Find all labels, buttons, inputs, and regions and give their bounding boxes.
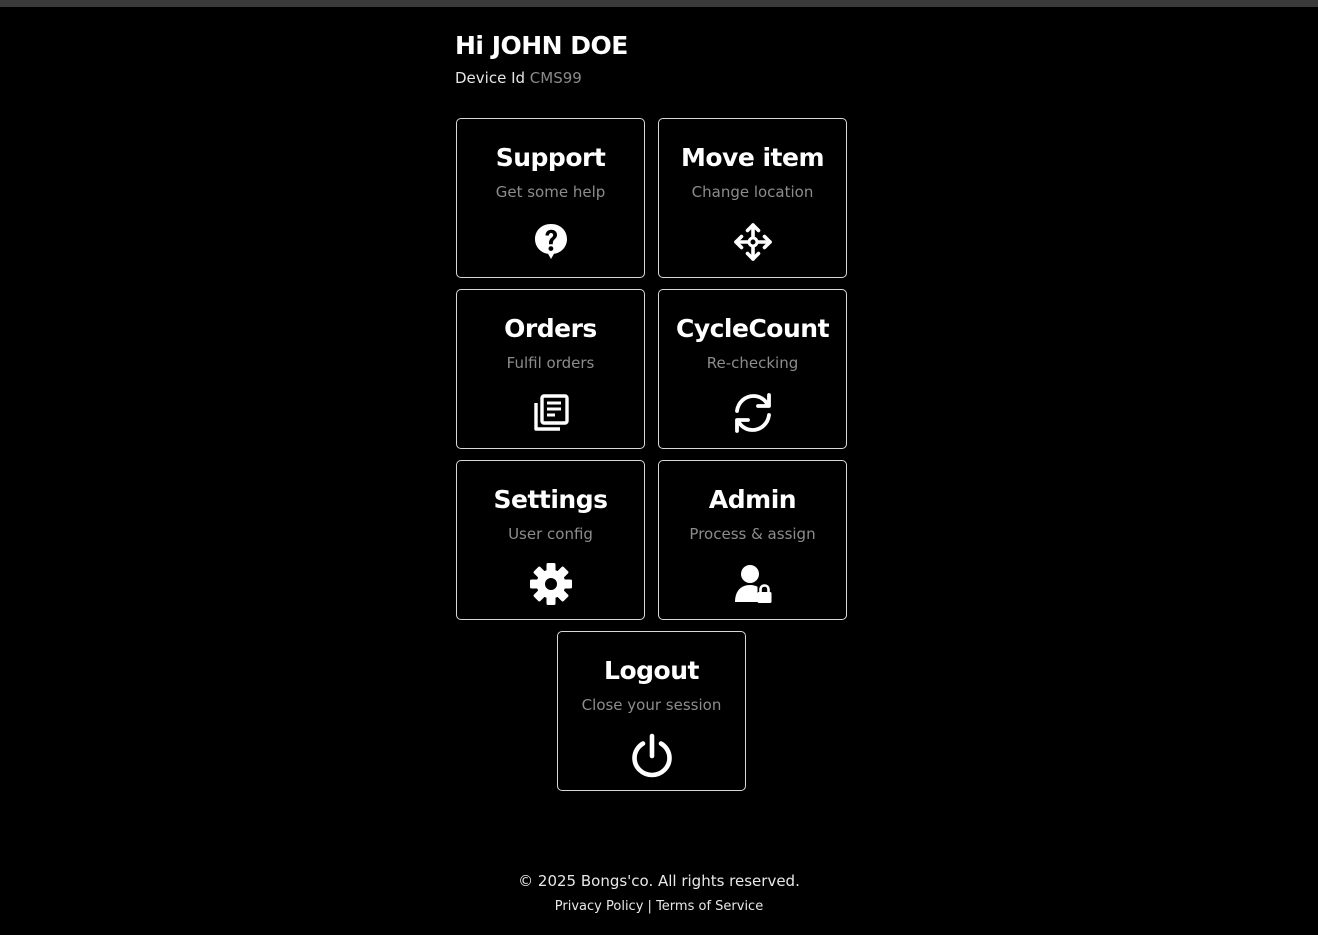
top-bar [0, 0, 1318, 7]
device-id-label: Device Id [455, 69, 526, 87]
tile-title: Logout [604, 656, 699, 685]
tile-title: Admin [708, 485, 797, 514]
refresh-icon [729, 389, 777, 437]
footer: © 2025 Bongs'co. All rights reserved. Pr… [0, 870, 1318, 916]
settings-tile[interactable]: Settings User config [456, 460, 645, 620]
tile-title: Settings [493, 485, 608, 514]
copyright-text: © 2025 Bongs'co. All rights reserved. [518, 872, 800, 890]
admin-tile[interactable]: Admin Process & assign [658, 460, 847, 620]
tile-subtitle: Re-checking [706, 354, 799, 372]
tile-subtitle: Fulfil orders [506, 354, 595, 372]
footer-separator: | [647, 899, 652, 914]
support-tile[interactable]: Support Get some help [456, 118, 645, 278]
tile-title: Orders [504, 314, 597, 343]
tile-subtitle: Close your session [581, 696, 722, 714]
tile-subtitle: User config [508, 525, 593, 543]
move-item-tile[interactable]: Move item Change location [658, 118, 847, 278]
greeting-header: Hi JOHN DOE Device Id CMS99 [455, 30, 855, 88]
gear-icon [527, 560, 575, 608]
tile-subtitle: Process & assign [689, 525, 816, 543]
move-arrows-icon [729, 218, 777, 266]
tile-title: Support [495, 143, 606, 172]
orders-tile[interactable]: Orders Fulfil orders [456, 289, 645, 449]
logout-tile[interactable]: Logout Close your session [557, 631, 746, 791]
terms-of-service-link[interactable]: Terms of Service [656, 899, 763, 914]
documents-icon [527, 389, 575, 437]
question-icon [527, 218, 575, 266]
user-lock-icon [729, 560, 777, 608]
tile-title: Move item [680, 143, 825, 172]
device-id-value: CMS99 [529, 69, 582, 87]
greeting-title: Hi JOHN DOE [455, 31, 628, 60]
tile-subtitle: Change location [691, 183, 814, 201]
cyclecount-tile[interactable]: CycleCount Re-checking [658, 289, 847, 449]
privacy-policy-link[interactable]: Privacy Policy [555, 899, 644, 914]
power-icon [628, 731, 676, 779]
device-id: Device Id CMS99 [455, 68, 855, 88]
tile-subtitle: Get some help [495, 183, 606, 201]
tile-title: CycleCount [675, 314, 830, 343]
footer-links: Privacy Policy | Terms of Service [0, 898, 1318, 916]
